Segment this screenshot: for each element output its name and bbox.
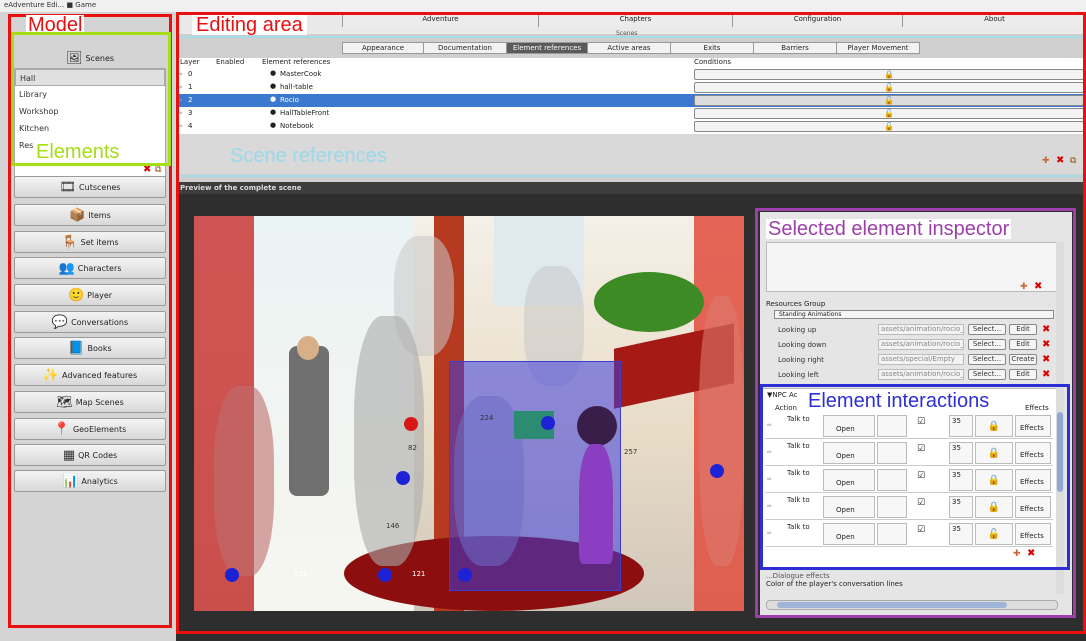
scene-references-annotation: Scene references [230, 145, 387, 167]
window-title: eAdventure Edi... ■ Game [0, 0, 1086, 12]
editing-area-annotation: Editing area [192, 15, 307, 35]
interactions-annotation: Element interactions [806, 390, 992, 412]
inspector-annotation: Selected element inspector [766, 218, 1012, 240]
elements-annotation: Elements [36, 141, 120, 163]
